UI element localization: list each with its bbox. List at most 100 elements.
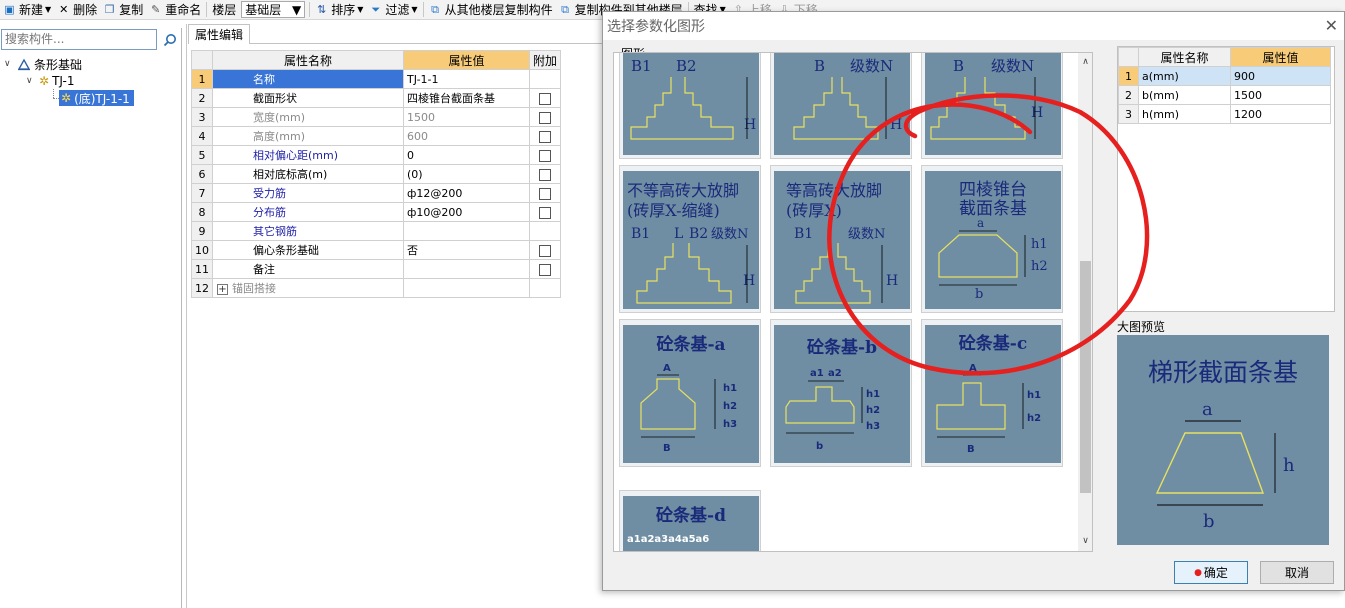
svg-text:H: H bbox=[886, 273, 898, 289]
svg-text:B: B bbox=[967, 444, 975, 455]
value-cell[interactable]: 1200 bbox=[1230, 104, 1331, 124]
extra-checkbox[interactable] bbox=[539, 206, 551, 219]
tree-node-tj1-1[interactable]: ✲ (底)TJ-1-1 bbox=[59, 90, 134, 106]
filter-button[interactable]: ⏷ 过滤 ▼ bbox=[366, 0, 420, 19]
shape-card-pyramid-strip[interactable]: 四棱锥台 截面条基 a h1 h2 b bbox=[921, 165, 1063, 313]
search-icon bbox=[163, 33, 176, 46]
concrete-strip-c-drawing: 砼条基-c A h1 h2 B bbox=[936, 333, 1041, 455]
extra-checkbox[interactable] bbox=[539, 263, 551, 276]
svg-text:h1: h1 bbox=[1031, 237, 1048, 252]
table-row[interactable]: 3 宽度(mm) 1500 bbox=[191, 107, 562, 127]
close-icon: ✕ bbox=[1324, 16, 1338, 35]
ok-button[interactable]: ● 确定 bbox=[1174, 561, 1248, 584]
value-cell[interactable] bbox=[403, 259, 530, 279]
table-row[interactable]: 6 相对底标高(m) (0) bbox=[191, 164, 562, 184]
table-row[interactable]: 2 截面形状 四棱锥台截面条基 bbox=[191, 88, 562, 108]
svg-text:砼条基-b: 砼条基-b bbox=[807, 337, 877, 358]
cancel-button[interactable]: 取消 bbox=[1260, 561, 1334, 584]
tree-node-tj1[interactable]: ∨ ✲ TJ-1 bbox=[26, 73, 74, 89]
value-cell: 600 bbox=[403, 126, 530, 146]
scroll-down-icon[interactable]: ∨ bbox=[1078, 534, 1092, 549]
extra-checkbox[interactable] bbox=[539, 187, 551, 200]
delete-icon: ✕ bbox=[59, 3, 69, 16]
svg-text:B: B bbox=[814, 57, 825, 75]
copy-button[interactable]: ❐ 复制 bbox=[100, 0, 146, 19]
extra-checkbox[interactable] bbox=[539, 92, 551, 105]
parameter-table-panel: 属性名称 属性值 1 a(mm) 900 2 b(mm) 1500 3 h(mm… bbox=[1117, 46, 1335, 312]
value-cell[interactable]: ф10@200 bbox=[403, 202, 530, 222]
table-row[interactable]: 9 其它钢筋 bbox=[191, 221, 562, 241]
table-row[interactable]: 10 偏心条形基础 否 bbox=[191, 240, 562, 260]
extra-checkbox[interactable] bbox=[539, 168, 551, 181]
svg-text:H: H bbox=[1031, 105, 1043, 121]
table-row[interactable]: 11 备注 bbox=[191, 259, 562, 279]
shape-card-brick-footing-3[interactable]: B 级数N H bbox=[921, 53, 1063, 159]
shape-gallery: B1 B2 H B 级数N H B 级数N H 不等高砖大放脚 (砖厚X-缩缝)… bbox=[613, 52, 1093, 552]
value-cell[interactable]: (0) bbox=[403, 164, 530, 184]
table-row[interactable]: 1 名称 TJ-1-1 bbox=[191, 69, 562, 89]
value-cell bbox=[403, 278, 530, 298]
delete-button[interactable]: ✕ 删除 bbox=[54, 0, 100, 19]
toolbar-divider bbox=[422, 2, 424, 17]
corner-cell bbox=[1118, 47, 1139, 67]
value-cell[interactable]: 0 bbox=[403, 145, 530, 165]
extra-checkbox[interactable] bbox=[539, 130, 551, 143]
shape-card-equal-brick-footing[interactable]: 等高砖大放脚 (砖厚X) B1 级数N H bbox=[770, 165, 912, 313]
shape-card-concrete-strip-c[interactable]: 砼条基-c A h1 h2 B bbox=[921, 319, 1063, 467]
scroll-thumb[interactable] bbox=[1080, 261, 1091, 493]
svg-text:B2: B2 bbox=[689, 226, 708, 242]
svg-text:四棱锥台: 四棱锥台 bbox=[959, 180, 1027, 200]
shape-card-concrete-strip-d[interactable]: 砼条基-d a1a2a3a4a5a6 bbox=[619, 490, 761, 551]
table-row[interactable]: 2 b(mm) 1500 bbox=[1118, 85, 1331, 105]
shape-card-unequal-brick-footing[interactable]: 不等高砖大放脚 (砖厚X-缩缝) B1 L B2 级数N H bbox=[619, 165, 761, 313]
value-cell[interactable]: 否 bbox=[403, 240, 530, 260]
svg-text:截面条基: 截面条基 bbox=[959, 199, 1027, 219]
shape-card-concrete-strip-a[interactable]: 砼条基-a A h1 h2 h3 B bbox=[619, 319, 761, 467]
floor-select[interactable]: 基础层 ▼ bbox=[241, 1, 306, 18]
value-cell[interactable]: 900 bbox=[1230, 66, 1331, 86]
chevron-down-icon: ▼ bbox=[292, 2, 302, 17]
table-row[interactable]: 4 高度(mm) 600 bbox=[191, 126, 562, 146]
search-button[interactable] bbox=[159, 29, 180, 50]
tab-property-edit[interactable]: 属性编辑 bbox=[188, 24, 250, 44]
svg-text:砼条基-a: 砼条基-a bbox=[656, 334, 725, 355]
extra-checkbox[interactable] bbox=[539, 149, 551, 162]
extra-checkbox[interactable] bbox=[539, 111, 551, 124]
extra-checkbox[interactable] bbox=[539, 244, 551, 257]
table-row[interactable]: 1 a(mm) 900 bbox=[1118, 66, 1331, 86]
value-cell[interactable]: 四棱锥台截面条基 bbox=[403, 88, 530, 108]
property-tab-bar: 属性编辑 bbox=[188, 24, 602, 44]
gallery-scrollbar[interactable]: ∧ ∨ bbox=[1078, 53, 1092, 551]
svg-text:h3: h3 bbox=[866, 421, 880, 432]
sort-button[interactable]: ⇅ 排序 ▼ bbox=[312, 0, 366, 19]
copy-icon: ❐ bbox=[104, 3, 115, 16]
value-cell[interactable] bbox=[403, 221, 530, 241]
value-cell[interactable]: TJ-1-1 bbox=[403, 69, 530, 89]
shape-card-concrete-strip-b[interactable]: 砼条基-b a1 a2 h1 h2 h3 b bbox=[770, 319, 912, 467]
svg-text:H: H bbox=[743, 273, 755, 289]
new-icon: ▣ bbox=[4, 3, 15, 16]
svg-text:B: B bbox=[663, 443, 671, 454]
value-cell[interactable]: ф12@200 bbox=[403, 183, 530, 203]
close-button[interactable]: ✕ bbox=[1325, 16, 1338, 35]
toolbar-divider bbox=[309, 2, 311, 17]
expand-icon[interactable]: + bbox=[217, 284, 228, 295]
table-row[interactable]: 3 h(mm) 1200 bbox=[1118, 104, 1331, 124]
table-row[interactable]: 5 相对偏心距(mm) 0 bbox=[191, 145, 562, 165]
table-row[interactable]: 7 受力筋 ф12@200 bbox=[191, 183, 562, 203]
table-row[interactable]: 8 分布筋 ф10@200 bbox=[191, 202, 562, 222]
value-cell[interactable]: 1500 bbox=[1230, 85, 1331, 105]
chevron-down-icon: ▼ bbox=[45, 5, 52, 14]
new-button[interactable]: ▣ 新建 ▼ bbox=[0, 0, 54, 19]
search-input[interactable]: 搜索构件... bbox=[1, 29, 157, 50]
svg-text:h2: h2 bbox=[1031, 259, 1048, 274]
rename-button[interactable]: ✎ 重命名 bbox=[146, 0, 204, 19]
table-row[interactable]: 12 + 锚固搭接 bbox=[191, 278, 562, 298]
scroll-up-icon[interactable]: ∧ bbox=[1078, 55, 1092, 70]
shape-card-brick-footing-2[interactable]: B 级数N H bbox=[770, 53, 912, 159]
brick-footing-drawing: B1 B2 H bbox=[630, 57, 756, 140]
shape-card-brick-footing-1[interactable]: B1 B2 H bbox=[619, 53, 761, 159]
corner-cell bbox=[191, 50, 213, 70]
copy-from-floor-button[interactable]: ⧉ 从其他楼层复制构件 bbox=[426, 0, 556, 19]
tree-node-root[interactable]: ∨ 条形基础 bbox=[4, 56, 82, 72]
